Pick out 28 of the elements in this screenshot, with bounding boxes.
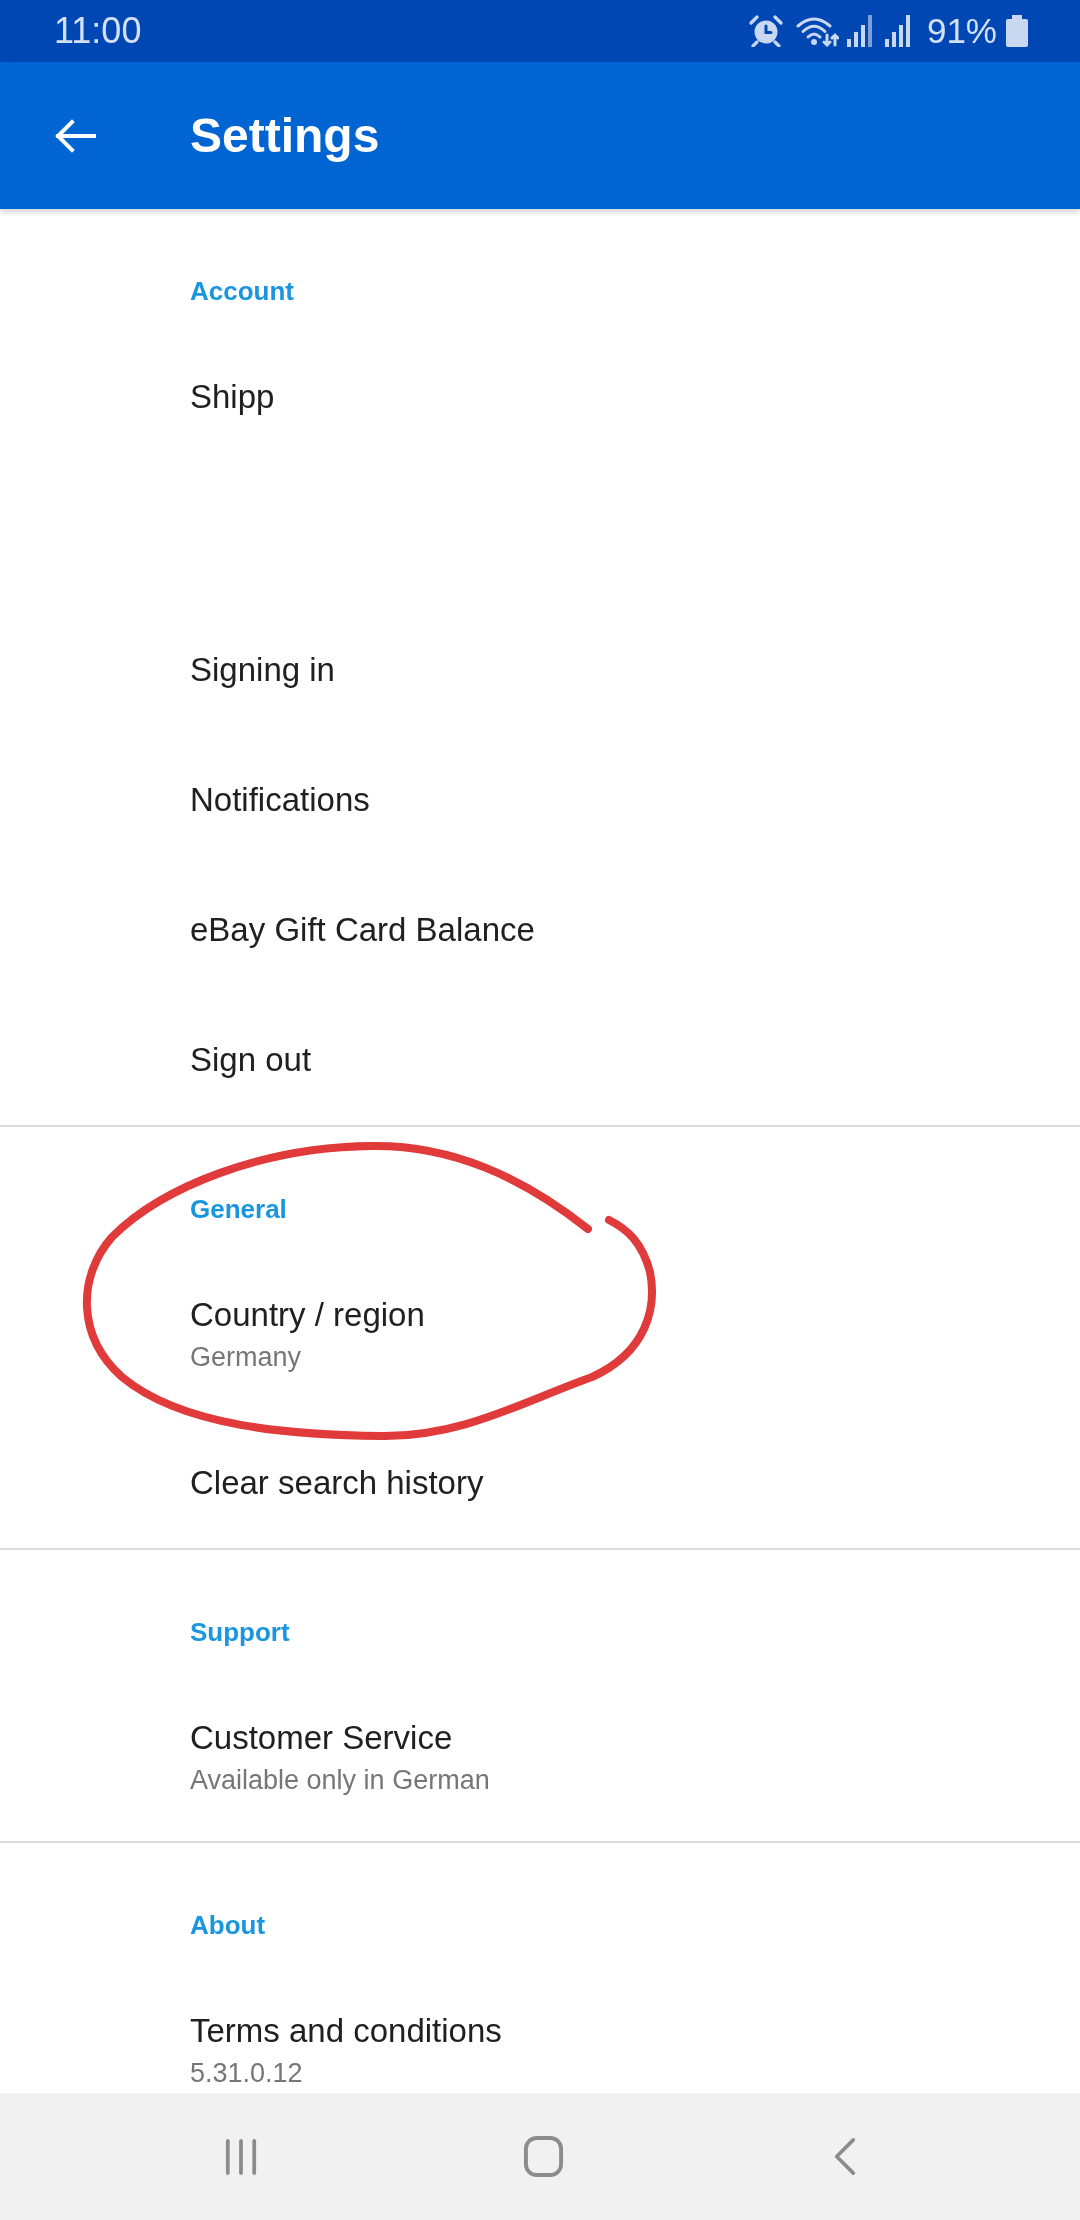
menu-item[interactable]: eBay Gift Card Balance: [190, 908, 535, 952]
section-header: General: [190, 1193, 287, 1226]
screen-title: Settings: [190, 107, 380, 164]
wifi-icon: [794, 15, 839, 47]
home-icon[interactable]: [522, 2135, 564, 2178]
battery-icon: [1006, 15, 1028, 47]
menu-item[interactable]: Clear search history: [190, 1461, 484, 1505]
status-time: 11:00: [54, 11, 142, 51]
recent-apps-icon[interactable]: [224, 2137, 258, 2176]
item-subtitle: Available only in German: [190, 1764, 490, 1797]
menu-item[interactable]: Sign out: [190, 1038, 312, 1082]
menu-item[interactable]: Signing in: [190, 648, 335, 692]
menu-item[interactable]: Shipp: [190, 375, 275, 419]
back-arrow-icon[interactable]: [54, 118, 96, 153]
item-subtitle: Germany: [190, 1341, 302, 1374]
section-header: Support: [190, 1616, 290, 1649]
signal-icon: [884, 15, 913, 47]
back-icon[interactable]: [833, 2137, 857, 2176]
signal-icon: [846, 15, 875, 47]
menu-item[interactable]: Terms and conditions: [190, 2009, 502, 2053]
item-subtitle: 5.31.0.12: [190, 2057, 303, 2090]
menu-item[interactable]: Customer Service: [190, 1716, 453, 1760]
section-header: Account: [190, 275, 294, 308]
menu-item[interactable]: Notifications: [190, 778, 370, 822]
menu-item[interactable]: Country / region: [190, 1293, 425, 1337]
battery-percent: 91%: [926, 11, 997, 51]
alarm-clock-icon: [748, 15, 783, 47]
section-header: About: [190, 1909, 266, 1942]
